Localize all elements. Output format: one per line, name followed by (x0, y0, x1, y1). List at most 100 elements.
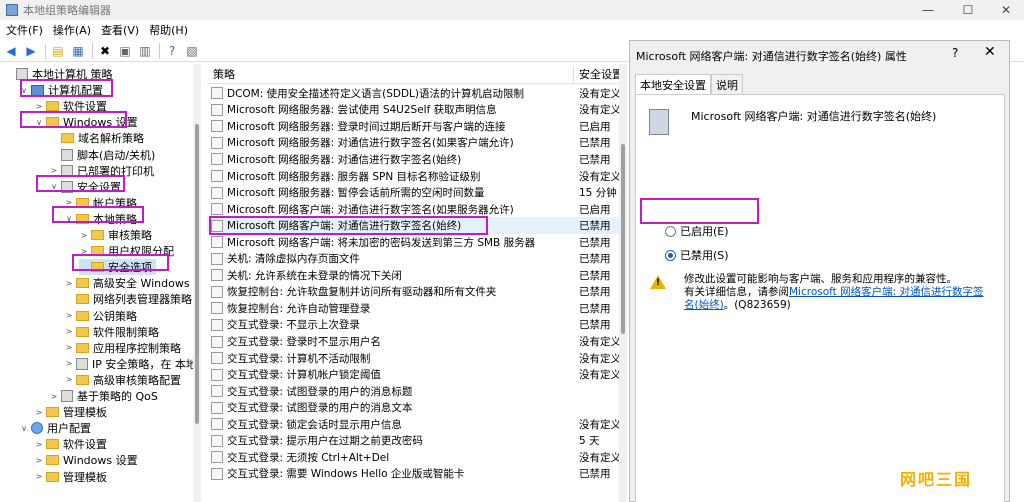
table-row[interactable]: Microsoft 网络服务器: 尝试使用 S4U2Self 获取声明信息 没有定… (207, 102, 627, 119)
expand-toggle-icon[interactable]: > (64, 279, 74, 288)
table-row[interactable]: 交互式登录: 提示用户在过期之前更改密码 5 天 (207, 433, 627, 450)
tab-local-security-setting[interactable]: 本地安全设置 (635, 74, 711, 94)
tree-item[interactable]: > 应用程序控制策略 (64, 340, 181, 356)
menu-action[interactable]: 操作(A) (53, 22, 91, 38)
maximize-button[interactable]: ☐ (948, 0, 988, 20)
tree-item[interactable]: > IP 安全策略，在 本地计算 (64, 356, 199, 372)
table-row[interactable]: Microsoft 网络服务器: 对通信进行数字签名(如果客户端允许) 已禁用 (207, 135, 627, 152)
tree-item[interactable]: 脚本(启动/关机) (49, 147, 155, 163)
expand-toggle-icon[interactable]: > (34, 408, 44, 417)
tree-item[interactable]: > Windows 设置 (34, 452, 138, 468)
table-row[interactable]: 交互式登录: 计算机不活动限制 没有定义 (207, 350, 627, 367)
tree-item[interactable]: 本地计算机 策略 (4, 66, 113, 82)
table-row[interactable]: 交互式登录: 试图登录的用户的消息文本 (207, 399, 627, 416)
dialog-help-button[interactable]: ? (952, 46, 958, 60)
table-row[interactable]: Microsoft 网络服务器: 登录时间过期后断开与客户端的连接 已启用 (207, 118, 627, 135)
tree-item[interactable]: 安全选项 (79, 259, 156, 276)
tree-item[interactable]: > 用户权限分配 (79, 243, 174, 259)
tree-item[interactable]: > 软件设置 (34, 98, 107, 114)
tree-item[interactable]: 网络列表管理器策略 (64, 291, 192, 307)
tree-item[interactable]: > 审核策略 (79, 227, 152, 243)
expand-toggle-icon[interactable]: > (64, 343, 74, 352)
table-row[interactable]: Microsoft 网络客户端: 将未加密的密码发送到第三方 SMB 服务器 已禁… (207, 234, 627, 251)
table-row[interactable]: Microsoft 网络服务器: 暂停会话前所需的空闲时间数量 15 分钟 (207, 184, 627, 201)
tree-item[interactable]: > 基于策略的 QoS (49, 388, 158, 404)
tree-item[interactable]: ∨ 安全设置 (49, 179, 121, 195)
expand-toggle-icon[interactable]: ∨ (49, 182, 59, 191)
expand-toggle-icon[interactable]: ∨ (19, 424, 29, 433)
tree-item[interactable]: > 帐户策略 (64, 195, 137, 211)
expand-toggle-icon[interactable]: > (79, 247, 89, 256)
tree-item[interactable]: > 软件限制策略 (64, 324, 159, 340)
tree-item[interactable]: > 高级审核策略配置 (64, 372, 181, 388)
table-row[interactable]: 恢复控制台: 允许软盘复制并访问所有驱动器和所有文件夹 已禁用 (207, 284, 627, 301)
expand-toggle-icon[interactable]: ∨ (34, 118, 44, 127)
column-security-setting[interactable]: 安全设置 (579, 66, 623, 82)
forward-icon[interactable]: ▶ (22, 42, 40, 60)
dialog-close-button[interactable]: ✕ (984, 44, 996, 60)
ipsec-icon (76, 357, 88, 370)
expand-toggle-icon[interactable]: > (49, 166, 59, 175)
table-row[interactable]: 交互式登录: 计算机帐户锁定阈值 没有定义 (207, 366, 627, 383)
expand-toggle-icon[interactable]: > (34, 102, 44, 111)
tree-item[interactable]: 域名解析策略 (49, 130, 144, 146)
tree-item[interactable]: ∨ Windows 设置 (34, 114, 138, 130)
table-row[interactable]: DCOM: 使用安全描述符定义语言(SDDL)语法的计算机启动限制 没有定义 (207, 85, 627, 102)
help-icon[interactable]: ? (163, 42, 181, 60)
expand-toggle-icon[interactable]: > (64, 375, 74, 384)
expand-toggle-icon[interactable]: > (64, 311, 74, 320)
table-row[interactable]: 交互式登录: 试图登录的用户的消息标题 (207, 383, 627, 400)
table-row[interactable]: 交互式登录: 不显示上次登录 已禁用 (207, 317, 627, 334)
expand-toggle-icon[interactable]: ∨ (64, 214, 74, 223)
expand-toggle-icon[interactable]: > (34, 472, 44, 481)
tree-item[interactable]: > 高级安全 Windows Defer (64, 275, 199, 291)
expand-toggle-icon[interactable]: > (34, 456, 44, 465)
tree-item[interactable]: ∨ 用户配置 (19, 420, 91, 436)
properties-icon[interactable]: ▣ (116, 42, 134, 60)
radio-enabled[interactable]: 已启用(E) (665, 223, 729, 239)
table-row[interactable]: 交互式登录: 锁定会话时显示用户信息 没有定义 (207, 416, 627, 433)
tree-item[interactable]: ∨ 计算机配置 (19, 82, 103, 98)
export-list-icon[interactable]: ▥ (136, 42, 154, 60)
radio-enabled-dot[interactable] (665, 225, 676, 237)
menu-file[interactable]: 文件(F) (6, 22, 43, 38)
table-row[interactable]: 交互式登录: 无须按 Ctrl+Alt+Del 没有定义 (207, 449, 627, 466)
table-row[interactable]: 交互式登录: 需要 Windows Hello 企业版或智能卡 已禁用 (207, 466, 627, 483)
expand-toggle-icon[interactable]: ∨ (19, 86, 29, 95)
delete-icon[interactable]: ✖ (96, 42, 114, 60)
radio-disabled[interactable]: 已禁用(S) (665, 247, 729, 263)
menu-help[interactable]: 帮助(H) (149, 22, 188, 38)
table-row[interactable]: Microsoft 网络客户端: 对通信进行数字签名(始终) 已禁用 (207, 217, 627, 234)
expand-toggle-icon[interactable]: > (34, 440, 44, 449)
table-row[interactable]: Microsoft 网络服务器: 服务器 SPN 目标名称验证级别 没有定义 (207, 168, 627, 185)
minimize-button[interactable]: — (908, 0, 948, 20)
tab-explain[interactable]: 说明 (711, 74, 743, 94)
table-row[interactable]: Microsoft 网络服务器: 对通信进行数字签名(始终) 已禁用 (207, 151, 627, 168)
tree-item[interactable]: > 管理模板 (34, 469, 107, 485)
tree-item[interactable]: ∨ 本地策略 (64, 211, 137, 227)
tree-item[interactable]: > 已部署的打印机 (49, 163, 154, 179)
up-folder-icon[interactable]: ▤ (49, 42, 67, 60)
list-scrollbar[interactable] (619, 64, 627, 502)
table-row[interactable]: Microsoft 网络客户端: 对通信进行数字签名(如果服务器允许) 已启用 (207, 201, 627, 218)
expand-toggle-icon[interactable]: > (64, 359, 74, 368)
close-window-button[interactable]: ✕ (986, 0, 1024, 20)
column-policy[interactable]: 策略 (213, 66, 235, 82)
table-row[interactable]: 关机: 允许系统在未登录的情况下关闭 已禁用 (207, 267, 627, 284)
expand-toggle-icon[interactable]: > (64, 198, 74, 207)
back-icon[interactable]: ◀ (2, 42, 20, 60)
table-row[interactable]: 恢复控制台: 允许自动管理登录 已禁用 (207, 300, 627, 317)
tree-item[interactable]: > 管理模板 (34, 404, 107, 420)
expand-toggle-icon[interactable]: > (79, 231, 89, 240)
menu-view[interactable]: 查看(V) (101, 22, 139, 38)
table-row[interactable]: 关机: 清除虚拟内存页面文件 已禁用 (207, 251, 627, 268)
view-icon[interactable]: ▧ (183, 42, 201, 60)
tree-item[interactable]: > 公钥策略 (64, 308, 137, 324)
tree-scrollbar[interactable] (193, 64, 201, 502)
tree-item[interactable]: > 软件设置 (34, 436, 107, 452)
expand-toggle-icon[interactable]: > (49, 392, 59, 401)
expand-toggle-icon[interactable]: > (64, 327, 74, 336)
show-tree-icon[interactable]: ▦ (69, 42, 87, 60)
radio-disabled-dot[interactable] (665, 249, 676, 261)
table-row[interactable]: 交互式登录: 登录时不显示用户名 没有定义 (207, 333, 627, 350)
